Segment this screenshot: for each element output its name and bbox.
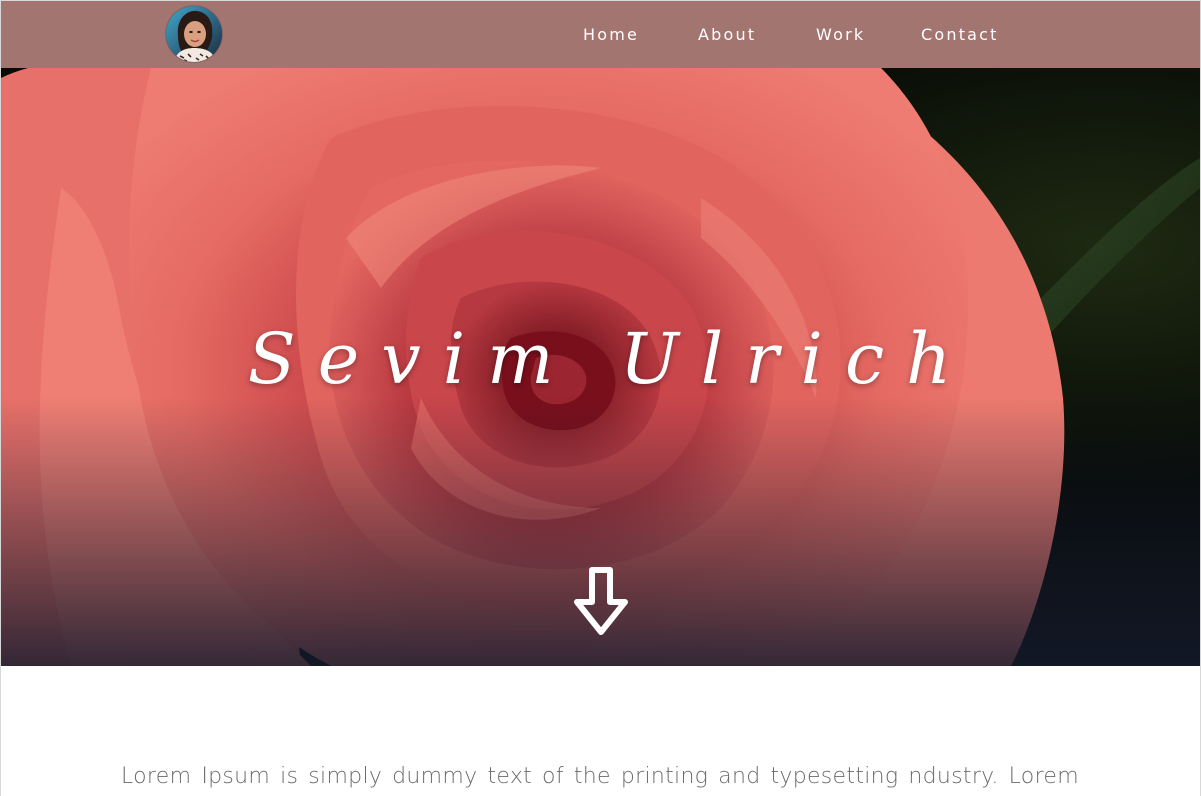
navbar: Home About Work Contact: [1, 1, 1200, 68]
hero-section: Sevim Ulrich: [1, 68, 1200, 666]
nav-link-home[interactable]: Home: [583, 25, 639, 44]
arrow-down-icon: [574, 567, 628, 635]
page: Home About Work Contact Sevim Ulrich Lor…: [0, 0, 1201, 796]
main-nav: Home About Work Contact: [1, 1, 1200, 68]
nav-link-about[interactable]: About: [698, 25, 756, 44]
intro-paragraph: Lorem Ipsum is simply dummy text of the …: [121, 764, 1079, 789]
hero-title: Sevim Ulrich: [247, 318, 974, 400]
nav-link-work[interactable]: Work: [816, 25, 865, 44]
scroll-down-button[interactable]: [570, 566, 632, 638]
nav-link-contact[interactable]: Contact: [921, 25, 999, 44]
